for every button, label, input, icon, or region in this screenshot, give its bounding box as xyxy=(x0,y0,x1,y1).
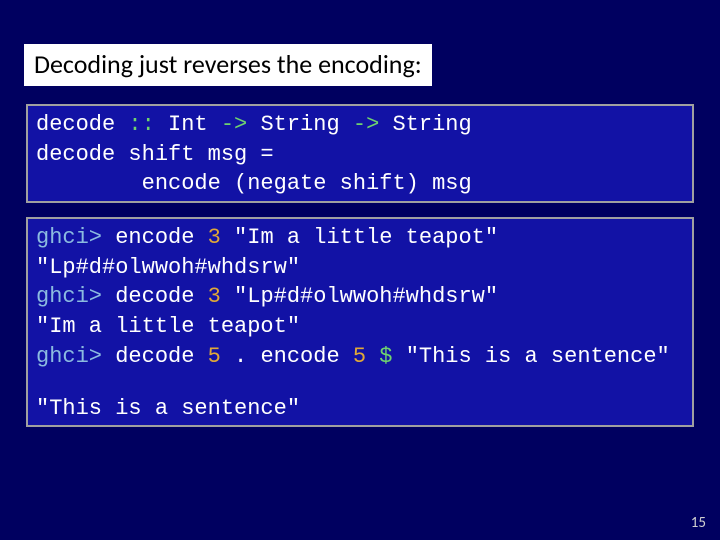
code-block-definition: decode :: Int -> String -> String decode… xyxy=(26,104,694,203)
code-token: decode xyxy=(115,284,207,309)
code-block-session: ghci> encode 3 "Im a little teapot" "Lp#… xyxy=(26,217,694,427)
code-token: $ xyxy=(379,344,405,369)
code-line: "Im a little teapot" xyxy=(36,312,684,342)
code-token: . encode xyxy=(234,344,353,369)
code-token: Int xyxy=(168,112,221,137)
slide: Decoding just reverses the encoding: dec… xyxy=(0,0,720,540)
code-token: "This is a sentence" xyxy=(406,344,670,369)
code-line: ghci> decode 5 . encode 5 $ "This is a s… xyxy=(36,342,684,372)
code-token: "Lp#d#olwwoh#whdsrw" xyxy=(234,284,498,309)
code-number: 5 xyxy=(208,344,234,369)
code-line: "Lp#d#olwwoh#whdsrw" xyxy=(36,253,684,283)
code-line: decode :: Int -> String -> String xyxy=(36,110,684,140)
slide-heading: Decoding just reverses the encoding: xyxy=(24,44,432,86)
code-number: 3 xyxy=(208,284,234,309)
code-line: "This is a sentence" xyxy=(36,394,684,424)
blank-line xyxy=(36,372,684,394)
code-token: decode xyxy=(115,344,207,369)
code-token: "Im a little teapot" xyxy=(234,225,498,250)
code-line: ghci> decode 3 "Lp#d#olwwoh#whdsrw" xyxy=(36,282,684,312)
code-token: String xyxy=(392,112,471,137)
code-line: ghci> encode 3 "Im a little teapot" xyxy=(36,223,684,253)
code-token: encode xyxy=(115,225,207,250)
code-token: -> xyxy=(353,112,393,137)
code-token: decode xyxy=(36,112,128,137)
code-token: String xyxy=(260,112,352,137)
code-line: encode (negate shift) msg xyxy=(36,169,684,199)
ghci-prompt: ghci> xyxy=(36,284,115,309)
code-line: decode shift msg = xyxy=(36,140,684,170)
code-number: 5 xyxy=(353,344,379,369)
code-token: -> xyxy=(221,112,261,137)
code-number: 3 xyxy=(208,225,234,250)
ghci-prompt: ghci> xyxy=(36,225,115,250)
code-token: :: xyxy=(128,112,168,137)
ghci-prompt: ghci> xyxy=(36,344,115,369)
page-number: 15 xyxy=(691,514,706,532)
